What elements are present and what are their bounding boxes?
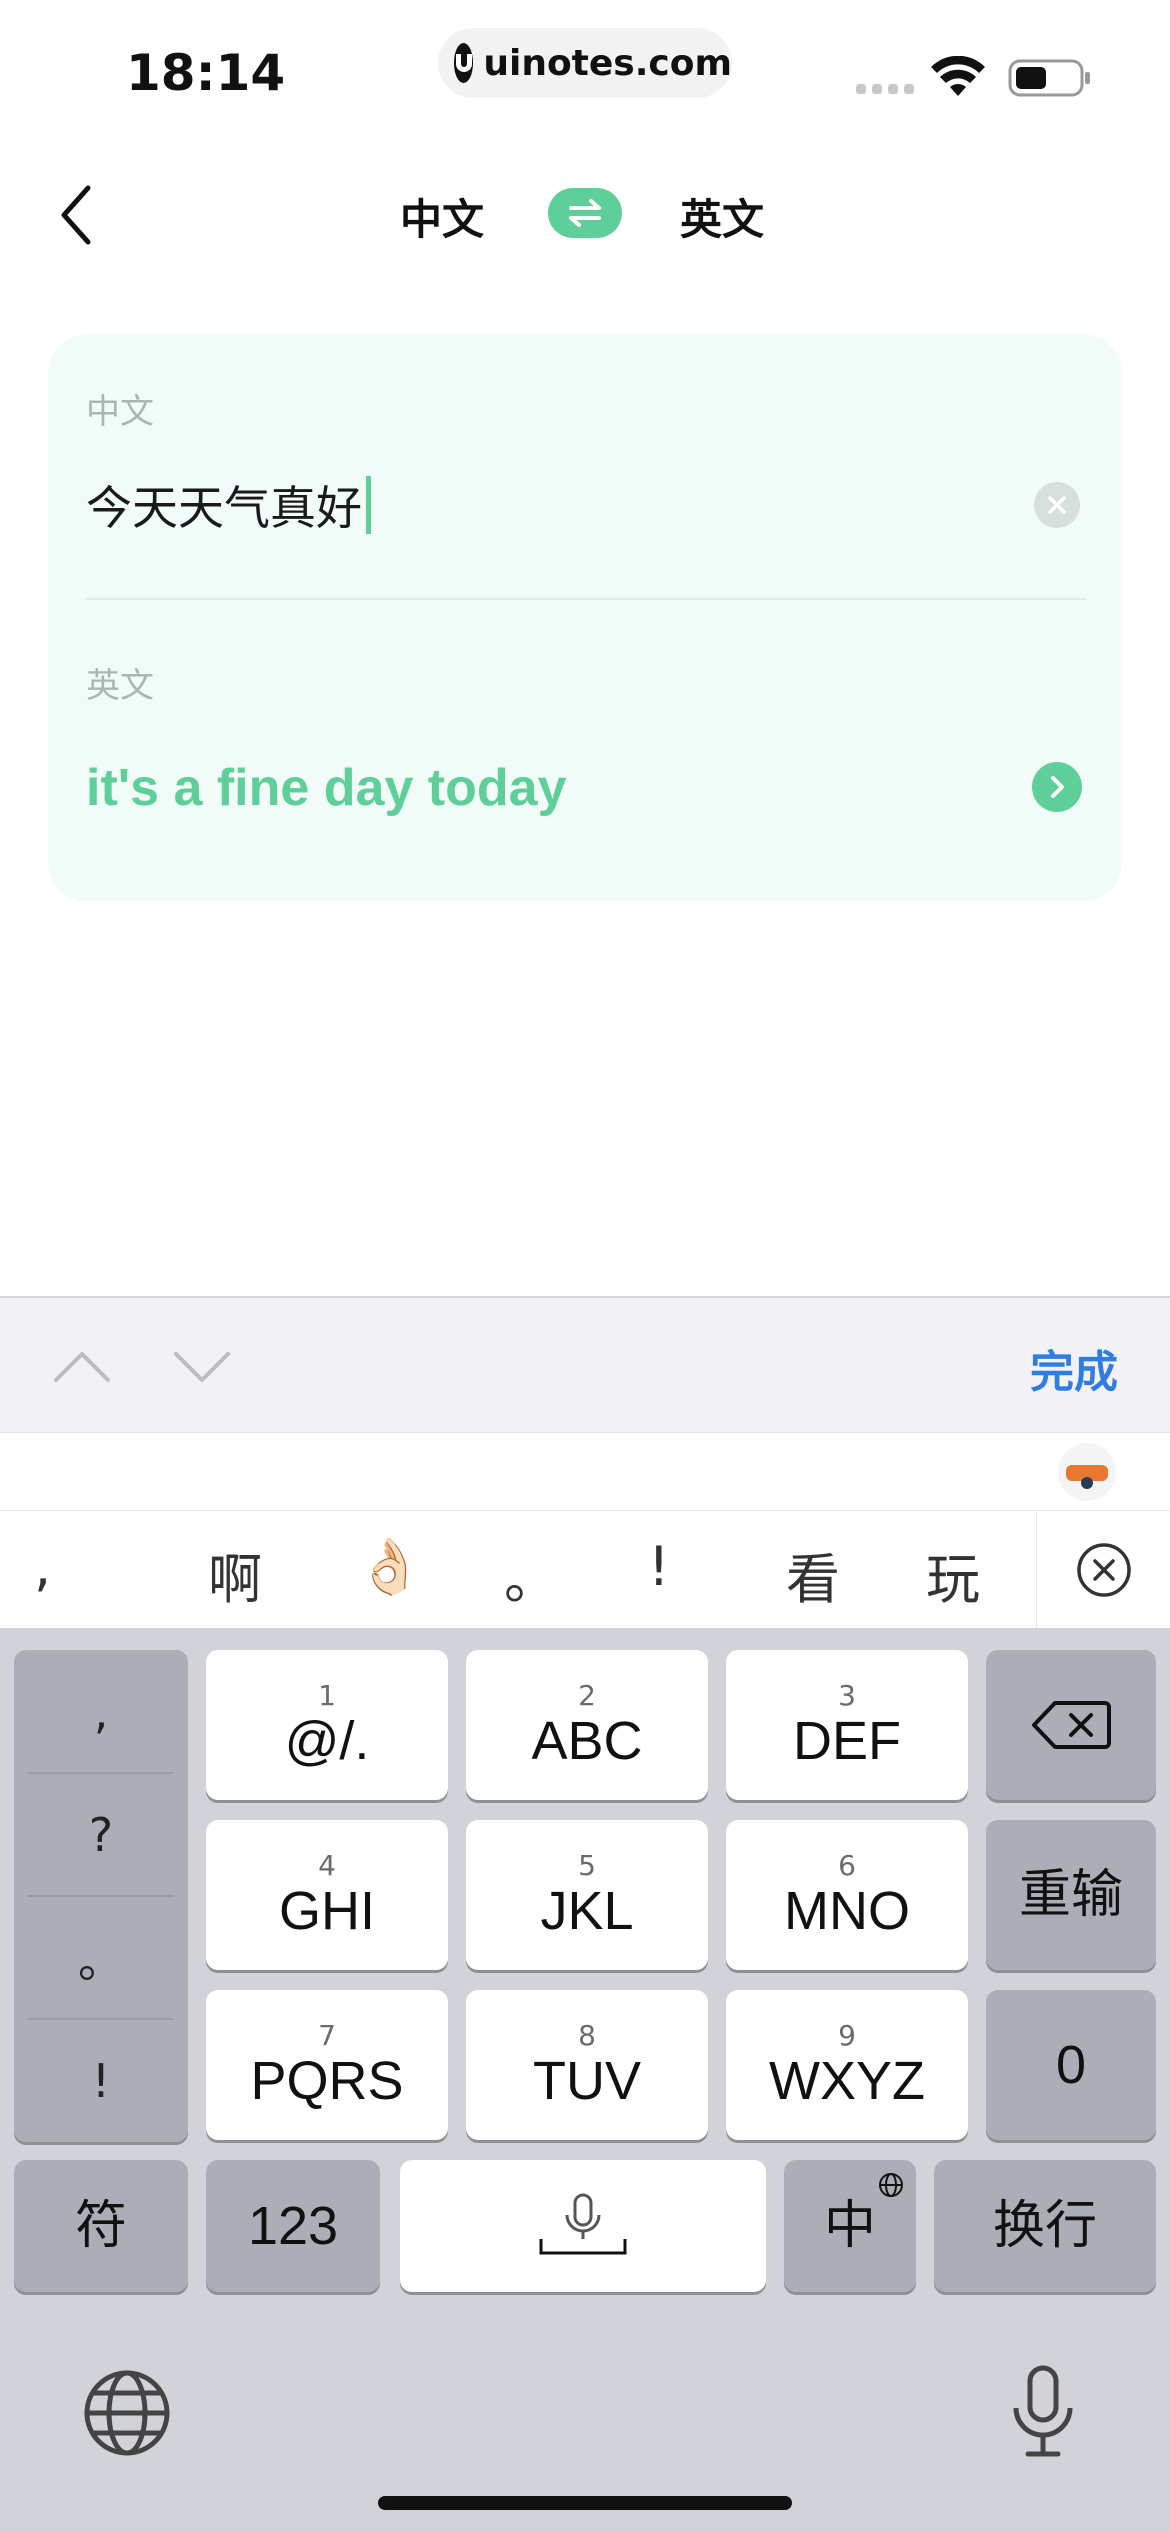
candidate-item[interactable]: 啊 [208,1535,262,1614]
key-2[interactable]: 2 ABC [466,1650,708,1800]
back-chevron-icon[interactable] [52,180,102,250]
card-divider [86,598,1086,600]
home-indicator[interactable] [378,2496,792,2510]
delete-key[interactable] [986,1650,1156,1800]
keyboard-toolbar: 完成 [0,1296,1170,1432]
close-circle-icon [1076,1543,1131,1597]
key-5[interactable]: 5 JKL [466,1820,708,1970]
key-6[interactable]: 6 MNO [726,1820,968,1970]
space-key[interactable] [400,2160,766,2292]
ime-mascot-icon[interactable] [1058,1443,1116,1501]
punct-key[interactable]: , [14,1650,188,1773]
globe-small-icon [879,2173,903,2197]
key-4[interactable]: 4 GHI [206,1820,448,1970]
candidate-item[interactable]: 👌🏻 [356,1535,423,1599]
cellular-signal-icon [856,84,914,94]
candidate-item[interactable]: 玩 [926,1535,980,1614]
target-label: 英文 [86,666,154,706]
open-result-chevron-icon[interactable] [1032,762,1082,812]
symbols-key[interactable]: 符 [14,2160,188,2292]
space-mic-icon [539,2193,627,2255]
candidate-item[interactable]: , [34,1535,51,1598]
ime-strip [0,1432,1170,1510]
status-time: 18:14 [126,44,286,102]
swap-arrows-icon [569,199,601,227]
uinotes-logo-icon [454,43,474,83]
close-candidates-button[interactable] [1036,1511,1170,1629]
source-text-value: 今天天气真好 [86,481,362,535]
source-label: 中文 [86,392,154,432]
clear-text-icon[interactable] [1034,482,1080,528]
punctuation-column[interactable]: , ? 。 ! [14,1650,188,2142]
key-7[interactable]: 7 PQRS [206,1990,448,2140]
dictation-mic-icon[interactable] [1008,2364,1078,2460]
translation-result[interactable]: it's a fine day today [86,758,567,818]
key-9[interactable]: 9 WXYZ [726,1990,968,2140]
source-language-button[interactable]: 中文 [400,186,484,247]
chevron-up-icon[interactable] [52,1336,112,1396]
language-switch-key[interactable]: 中 [784,2160,916,2292]
candidate-item[interactable]: 。 [504,1535,558,1614]
source-text-input[interactable]: 今天天气真好 [86,472,371,538]
target-language-button[interactable]: 英文 [680,186,764,247]
punct-key[interactable]: 。 [14,1896,188,2019]
status-bar: 18:14 uinotes.com [0,0,1170,140]
punct-key[interactable]: ? [14,1773,188,1896]
globe-icon[interactable] [82,2368,172,2458]
battery-icon [1008,59,1090,97]
reinput-key[interactable]: 重输 [986,1820,1156,1970]
punct-key[interactable]: ! [14,2019,188,2142]
key-3[interactable]: 3 DEF [726,1650,968,1800]
backspace-icon [1032,1701,1111,1749]
key-8[interactable]: 8 TUV [466,1990,708,2140]
url-pill[interactable]: uinotes.com [438,28,732,98]
zero-key[interactable]: 0 [986,1990,1156,2140]
chevron-down-icon[interactable] [172,1336,232,1396]
translation-card: 中文 今天天气真好 英文 it's a fine day today [48,334,1122,902]
keyboard: , ? 。 ! 1 @/. 2 ABC 3 DEF 4 GHI 5 JKL 6 … [0,1628,1170,2532]
numbers-key[interactable]: 123 [206,2160,380,2292]
candidate-bar: , 啊 👌🏻 。 ! 看 玩 [0,1510,1170,1629]
swap-languages-button[interactable] [548,188,622,238]
key-1[interactable]: 1 @/. [206,1650,448,1800]
candidate-item[interactable]: ! [648,1535,670,1598]
url-text: uinotes.com [483,42,732,84]
wifi-icon [931,56,985,96]
return-key[interactable]: 换行 [934,2160,1156,2292]
text-caret [366,476,371,534]
done-button[interactable]: 完成 [1030,1336,1118,1400]
candidate-item[interactable]: 看 [786,1535,840,1614]
